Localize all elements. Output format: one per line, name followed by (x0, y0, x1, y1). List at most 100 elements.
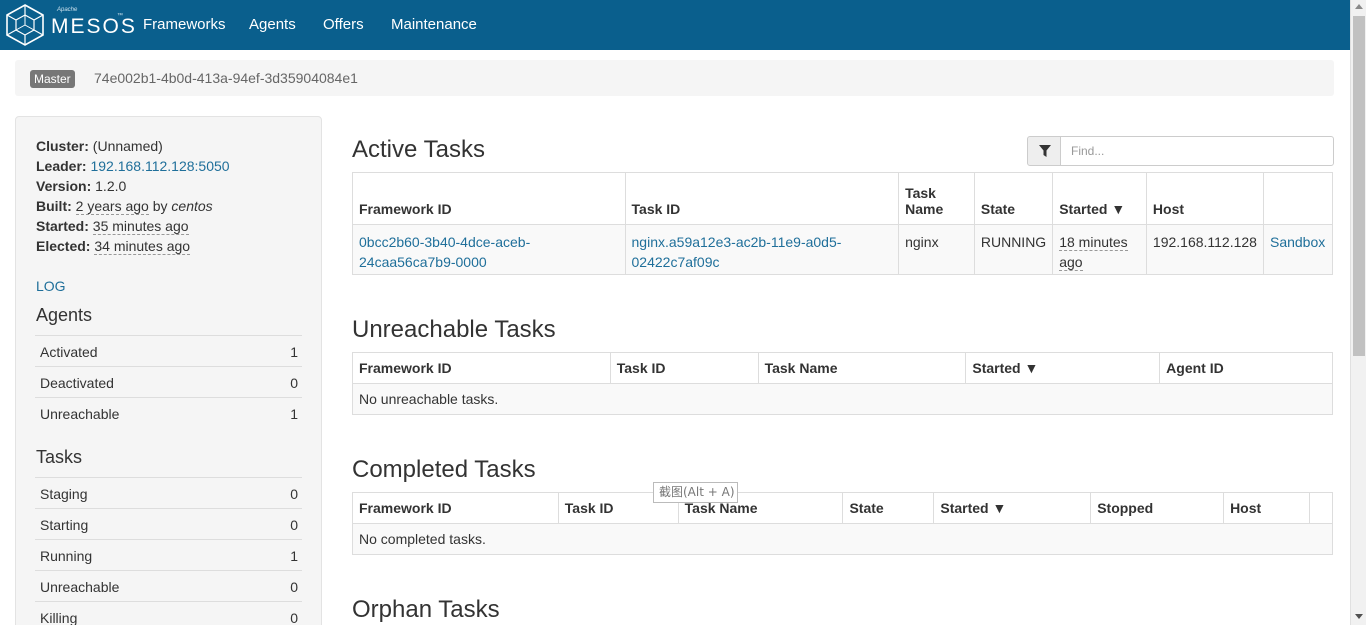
empty-message: No unreachable tasks. (352, 383, 1333, 415)
col-task-id[interactable]: Task ID (609, 352, 759, 384)
col-framework-id[interactable]: Framework ID (352, 172, 626, 225)
breadcrumb: Master 74e002b1-4b0d-413a-94ef-3d3590408… (15, 60, 1334, 96)
top-navbar: Apache MESOS ™ Frameworks Agents Offers … (0, 0, 1350, 50)
empty-message: No completed tasks. (352, 523, 1333, 555)
tasks-row-label: Killing (40, 610, 78, 625)
col-host[interactable]: Host (1145, 172, 1264, 225)
nav-agents[interactable]: Agents (249, 16, 296, 33)
elected-info: Elected: 34 minutes ago (36, 238, 191, 255)
built-info: Built: 2 years ago by centos (36, 198, 213, 215)
col-started[interactable]: Started ▼ (1052, 172, 1147, 225)
task-name-cell: nginx (898, 224, 975, 275)
col-stopped[interactable]: Stopped (1090, 492, 1225, 524)
agents-row-label: Unreachable (40, 406, 120, 422)
col-task-name[interactable]: Task Name (898, 172, 975, 225)
tasks-row-running: Running 1 (35, 539, 302, 570)
filter-icon (1039, 145, 1051, 157)
active-tasks-table: Framework ID Task ID Task Name State Sta… (352, 172, 1334, 275)
tasks-row-killing: Killing 0 (35, 601, 302, 625)
agents-row-label: Deactivated (40, 375, 114, 391)
started-value: 35 minutes ago (92, 218, 189, 235)
col-actions (1262, 172, 1334, 225)
leader-link[interactable]: 192.168.112.128:5050 (90, 158, 229, 174)
built-user: centos (171, 198, 213, 214)
cluster-sidebar: Cluster: (Unnamed) Leader: 192.168.112.1… (15, 116, 322, 625)
col-host[interactable]: Host (1223, 492, 1310, 524)
tasks-row-starting: Starting 0 (35, 508, 302, 539)
cluster-info: Cluster: (Unnamed) (36, 138, 163, 154)
unreachable-tasks-table: Framework ID Task ID Task Name Started ▼… (352, 352, 1333, 415)
agents-row-deactivated: Deactivated 0 (35, 366, 302, 397)
sandbox-link[interactable]: Sandbox (1270, 234, 1325, 250)
version-label: Version: (36, 178, 92, 194)
col-task-id[interactable]: Task ID (624, 172, 900, 225)
agents-heading: Agents (36, 305, 93, 325)
screenshot-tooltip: 截图(Alt + A) (653, 482, 738, 503)
nav-frameworks[interactable]: Frameworks (143, 16, 226, 33)
col-state[interactable]: State (973, 172, 1054, 225)
col-state[interactable]: State (842, 492, 935, 524)
col-framework-id[interactable]: Framework ID (352, 492, 559, 524)
table-row: No unreachable tasks. (352, 383, 1333, 415)
tasks-row-label: Starting (40, 517, 89, 533)
completed-tasks-table: Framework ID Task ID Task Name State Sta… (352, 492, 1334, 555)
log-link[interactable]: LOG (36, 278, 66, 294)
tasks-row-value: 0 (290, 579, 298, 595)
scroll-up-icon[interactable] (1355, 4, 1363, 9)
brand-name: MESOS (51, 15, 137, 38)
col-agent-id[interactable]: Agent ID (1159, 352, 1333, 384)
agents-row-label: Activated (40, 344, 98, 360)
built-by: by (148, 198, 172, 214)
tasks-row-value: 1 (290, 548, 298, 564)
tasks-row-value: 0 (290, 610, 298, 625)
nav-offers[interactable]: Offers (323, 16, 364, 33)
tasks-row-value: 0 (290, 517, 298, 533)
mesos-hexagon-icon (6, 4, 44, 46)
version-value: 1.2.0 (95, 178, 127, 194)
tasks-row-staging: Staging 0 (35, 477, 302, 508)
col-framework-id[interactable]: Framework ID (352, 352, 611, 384)
filter-button[interactable] (1027, 136, 1061, 166)
agents-row-value: 1 (290, 406, 298, 422)
state-cell: RUNNING (973, 224, 1054, 275)
nav-maintenance[interactable]: Maintenance (391, 16, 477, 33)
agents-row-value: 1 (290, 344, 298, 360)
brand-apache-label: Apache (57, 7, 78, 13)
table-row: No completed tasks. (352, 523, 1333, 555)
col-task-name[interactable]: Task Name (757, 352, 967, 384)
active-tasks-title: Active Tasks (352, 136, 485, 163)
col-actions (1308, 492, 1334, 524)
agents-row-activated: Activated 1 (35, 335, 302, 366)
cluster-label: Cluster: (36, 138, 89, 154)
built-value: 2 years ago (75, 198, 149, 215)
col-started[interactable]: Started ▼ (965, 352, 1161, 384)
unreachable-tasks-title: Unreachable Tasks (352, 316, 556, 343)
started-info: Started: 35 minutes ago (36, 218, 189, 235)
agents-row-unreachable: Unreachable 1 (35, 397, 302, 428)
tasks-row-unreachable: Unreachable 0 (35, 570, 302, 601)
host-cell: 192.168.112.128 (1145, 224, 1264, 275)
table-row: 0bcc2b60-3b40-4dce-aceb-24caa56ca7b9-000… (352, 224, 1334, 275)
leader-info: Leader: 192.168.112.128:5050 (36, 158, 230, 174)
version-info: Version: 1.2.0 (36, 178, 126, 194)
col-started[interactable]: Started ▼ (933, 492, 1092, 524)
page-scrollbar[interactable] (1350, 0, 1366, 625)
completed-tasks-title: Completed Tasks (352, 456, 536, 483)
tasks-row-label: Running (40, 548, 93, 564)
master-id: 74e002b1-4b0d-413a-94ef-3d35904084e1 (94, 70, 358, 86)
filter-input[interactable] (1060, 136, 1334, 166)
framework-id-link[interactable]: 0bcc2b60-3b40-4dce-aceb-24caa56ca7b9-000… (359, 234, 530, 270)
tasks-row-label: Staging (40, 486, 88, 502)
agents-row-value: 0 (290, 375, 298, 391)
task-filter (1027, 136, 1334, 166)
task-id-link[interactable]: nginx.a59a12e3-ac2b-11e9-a0d5-02422c7af0… (632, 234, 842, 270)
scroll-down-icon[interactable] (1355, 614, 1363, 619)
built-label: Built: (36, 198, 72, 214)
orphan-tasks-title: Orphan Tasks (352, 596, 500, 623)
tasks-row-value: 0 (290, 486, 298, 502)
cluster-value: (Unnamed) (92, 138, 163, 154)
scrollbar-thumb[interactable] (1353, 16, 1365, 356)
tasks-heading: Tasks (36, 447, 83, 467)
mesos-logo[interactable]: Apache MESOS ™ (5, 4, 135, 46)
started-cell: 18 minutes ago (1059, 234, 1128, 271)
